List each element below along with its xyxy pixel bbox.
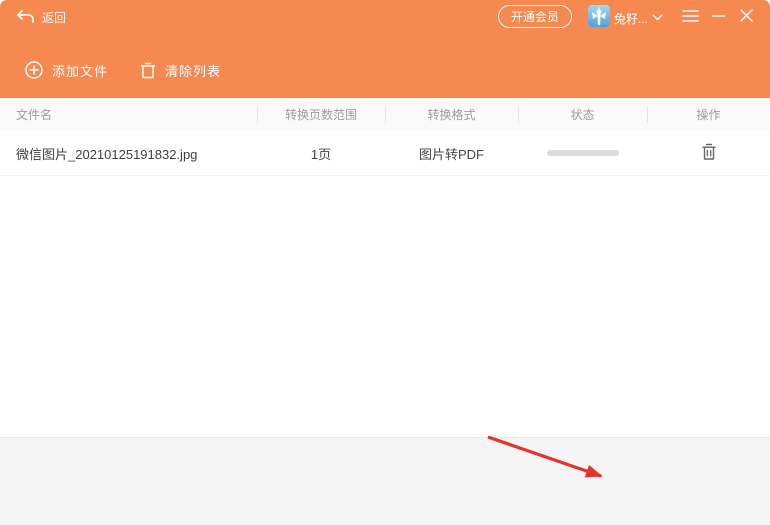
progress-bar (546, 150, 619, 156)
back-label: 返回 (42, 10, 67, 25)
column-header-format: 转换格式 (427, 108, 476, 122)
image-to-pdf-converter-window: 返回 开通会员 兔籽... 添加文件 清除列表 文件名 转换页数范围 转换格式 … (0, 0, 770, 525)
header-divider (518, 107, 519, 123)
table-header-row: 文件名 转换页数范围 转换格式 状态 操作 (0, 98, 770, 131)
page-range-cell: 1页 (310, 146, 332, 162)
user-chevron-down-icon[interactable] (652, 14, 663, 21)
add-files-button[interactable]: 添加文件 (25, 57, 108, 83)
hamburger-menu-icon[interactable] (682, 9, 699, 23)
header-divider (647, 107, 648, 123)
header-divider (385, 107, 386, 123)
header-divider (257, 107, 258, 123)
trash-icon (140, 62, 156, 79)
clear-list-label: 清除列表 (165, 63, 222, 79)
close-icon[interactable] (739, 8, 754, 23)
back-arrow-icon (17, 9, 34, 23)
avatar-figure-icon (592, 7, 606, 26)
column-header-status: 状态 (570, 108, 595, 122)
file-table-row: 微信图片_20210125191832.jpg 1页 图片转PDF (0, 131, 770, 176)
username-text[interactable]: 兔籽... (614, 10, 648, 27)
membership-label: 开通会员 (510, 10, 559, 24)
back-button[interactable]: 返回 (16, 6, 66, 28)
column-header-operation: 操作 (696, 108, 721, 122)
format-cell: 图片转PDF (418, 146, 484, 162)
trash-icon (701, 143, 716, 160)
operation-cell (647, 143, 770, 164)
plus-circle-icon (25, 61, 43, 79)
clear-list-button[interactable]: 清除列表 (140, 57, 221, 83)
open-membership-button[interactable]: 开通会员 (498, 5, 572, 28)
user-avatar[interactable] (588, 5, 610, 27)
delete-file-button[interactable] (701, 143, 717, 161)
add-files-label: 添加文件 (52, 63, 109, 79)
file-name-cell: 微信图片_20210125191832.jpg (16, 146, 198, 162)
column-header-filename: 文件名 (16, 108, 53, 122)
minimize-icon[interactable] (711, 9, 726, 23)
status-cell (518, 150, 647, 156)
titlebar: 返回 开通会员 兔籽... 添加文件 清除列表 (0, 0, 770, 98)
footer-bar: 保存格式： .PDF 保存路径： 和图片相同路径 开 始 (0, 437, 770, 525)
column-header-page-range: 转换页数范围 (284, 108, 357, 122)
